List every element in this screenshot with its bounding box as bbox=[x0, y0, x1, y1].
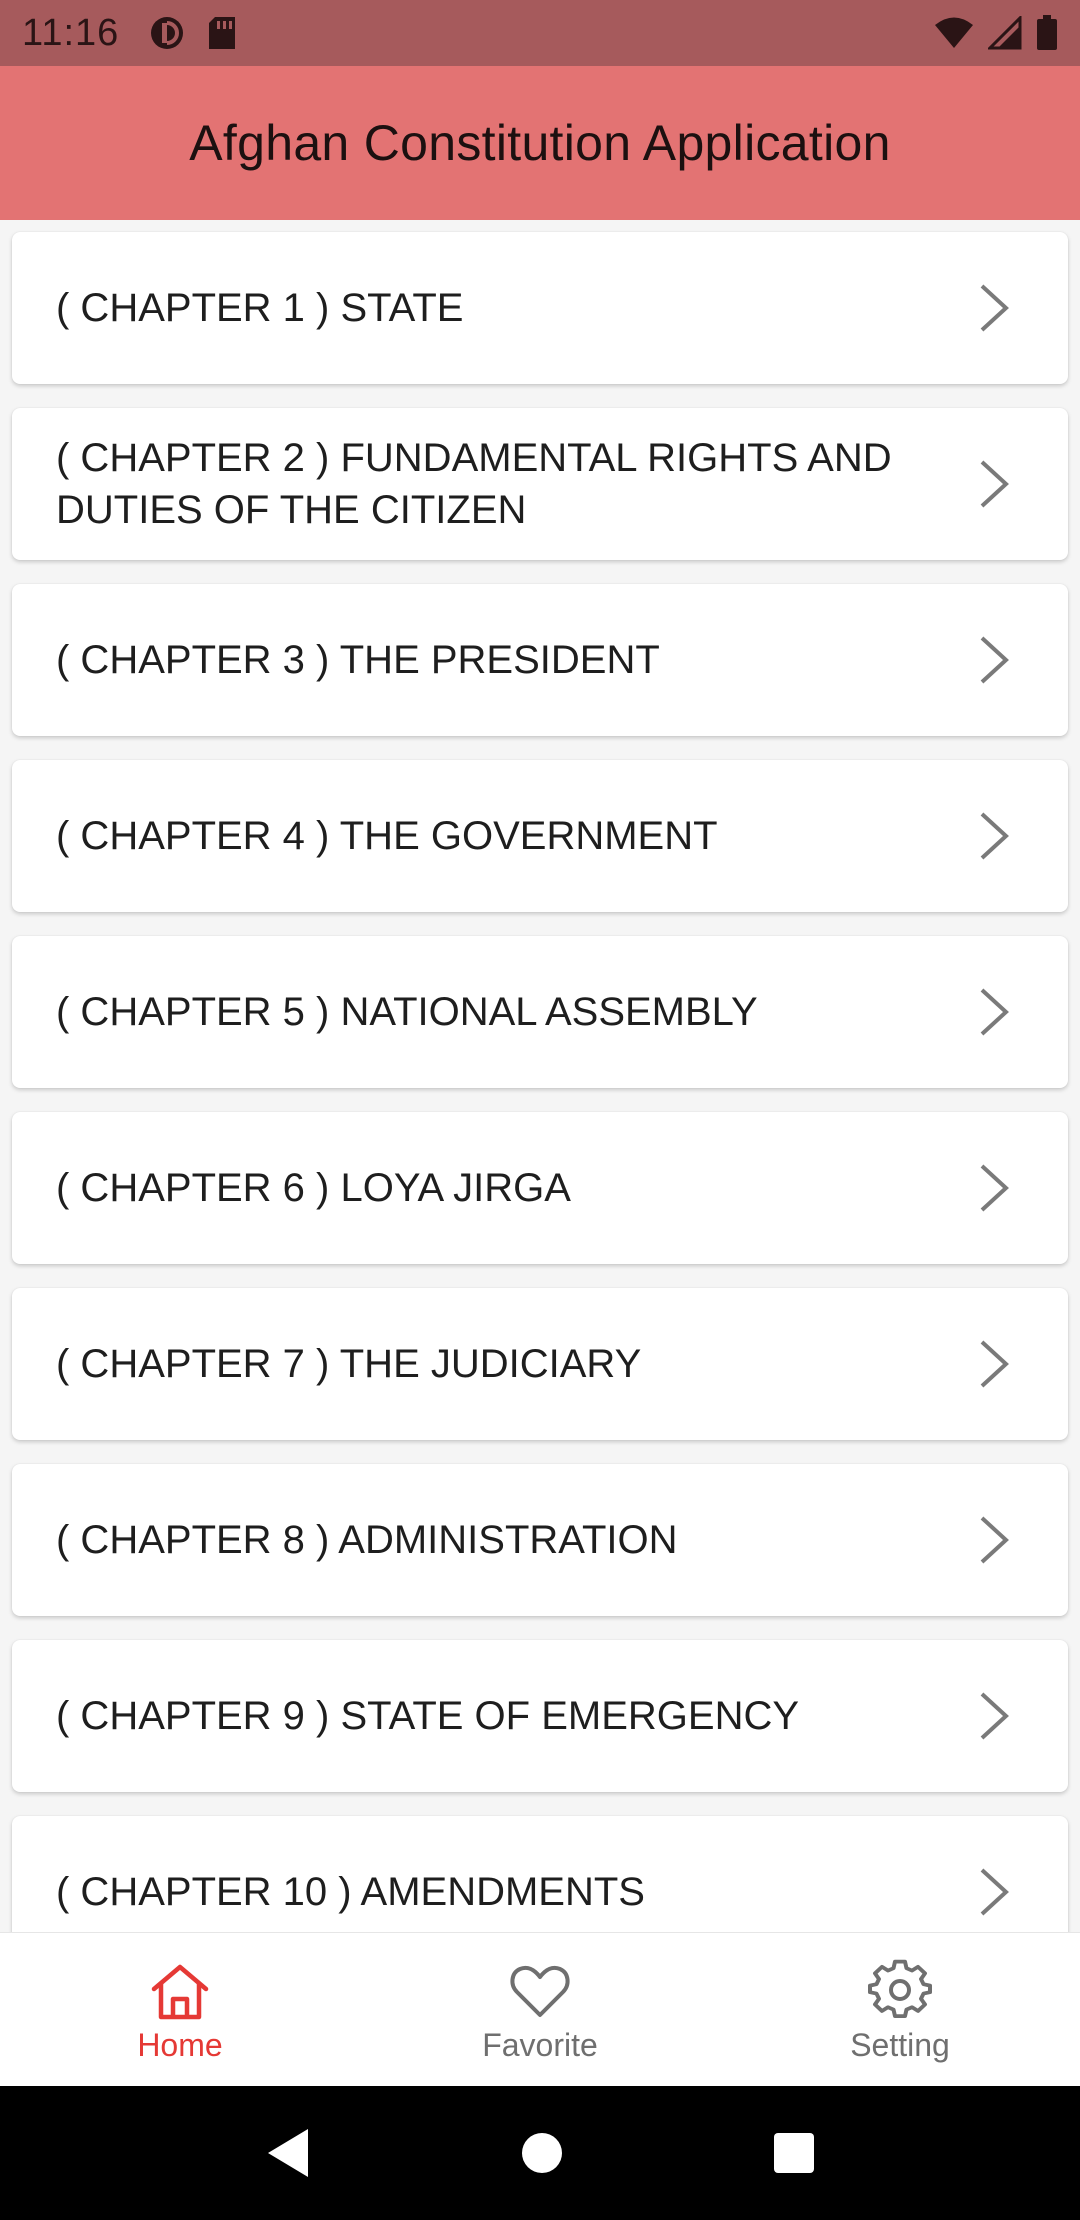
chapter-item-6[interactable]: ( CHAPTER 6 ) LOYA JIRGA bbox=[12, 1112, 1068, 1264]
chevron-right-icon bbox=[980, 988, 1009, 1036]
chapter-item-7[interactable]: ( CHAPTER 7 ) THE JUDICIARY bbox=[12, 1288, 1068, 1440]
status-time: 11:16 bbox=[22, 11, 120, 54]
chevron-right-icon bbox=[980, 284, 1009, 332]
home-circle-icon[interactable] bbox=[520, 2131, 564, 2175]
gear-icon bbox=[868, 1959, 932, 2019]
chapter-label: ( CHAPTER 5 ) NATIONAL ASSEMBLY bbox=[56, 990, 758, 1034]
chevron-right-icon bbox=[980, 636, 1009, 684]
chevron-right-icon bbox=[980, 1340, 1009, 1388]
chapter-label: ( CHAPTER 7 ) THE JUDICIARY bbox=[56, 1342, 642, 1386]
chapter-label: ( CHAPTER 6 ) LOYA JIRGA bbox=[56, 1166, 571, 1210]
chapter-label: ( CHAPTER 3 ) THE PRESIDENT bbox=[56, 638, 660, 682]
nav-setting[interactable]: Setting bbox=[720, 1933, 1080, 2086]
recents-square-icon[interactable] bbox=[772, 2131, 816, 2175]
chevron-right-icon bbox=[980, 1692, 1009, 1740]
nav-favorite-label: Favorite bbox=[482, 2027, 598, 2063]
data-saver-icon bbox=[151, 17, 184, 49]
chapter-item-4[interactable]: ( CHAPTER 4 ) THE GOVERNMENT bbox=[12, 760, 1068, 912]
nav-setting-label: Setting bbox=[850, 2027, 950, 2063]
nav-favorite[interactable]: Favorite bbox=[360, 1933, 720, 2086]
chapter-item-1[interactable]: ( CHAPTER 1 ) STATE bbox=[12, 232, 1068, 384]
status-bar: 11:16 bbox=[0, 0, 1080, 66]
battery-icon bbox=[1037, 15, 1057, 50]
chapter-item-9[interactable]: ( CHAPTER 9 ) STATE OF EMERGENCY bbox=[12, 1640, 1068, 1792]
chapter-list[interactable]: ( CHAPTER 1 ) STATE ( CHAPTER 2 ) FUNDAM… bbox=[0, 220, 1080, 1932]
nav-home[interactable]: Home bbox=[0, 1933, 360, 2086]
heart-icon bbox=[510, 1965, 570, 2017]
chapter-label: ( CHAPTER 4 ) THE GOVERNMENT bbox=[56, 814, 718, 858]
chapter-label: ( CHAPTER 8 ) ADMINISTRATION bbox=[56, 1518, 678, 1562]
chevron-right-icon bbox=[980, 460, 1009, 508]
chapter-label: ( CHAPTER 2 ) FUNDAMENTAL RIGHTS AND DUT… bbox=[56, 436, 892, 532]
back-icon[interactable] bbox=[264, 2127, 312, 2179]
chevron-right-icon bbox=[980, 1516, 1009, 1564]
chapter-item-8[interactable]: ( CHAPTER 8 ) ADMINISTRATION bbox=[12, 1464, 1068, 1616]
sd-card-icon bbox=[209, 17, 236, 49]
chapter-item-2[interactable]: ( CHAPTER 2 ) FUNDAMENTAL RIGHTS AND DUT… bbox=[12, 408, 1068, 560]
bottom-nav: Home Favorite Setting bbox=[0, 1932, 1080, 2086]
wifi-icon bbox=[935, 17, 973, 48]
signal-icon bbox=[988, 16, 1022, 50]
system-nav-bar bbox=[0, 2086, 1080, 2220]
home-icon bbox=[151, 1964, 209, 2020]
chapter-label: ( CHAPTER 9 ) STATE OF EMERGENCY bbox=[56, 1694, 800, 1738]
chevron-right-icon bbox=[980, 812, 1009, 860]
chapter-item-3[interactable]: ( CHAPTER 3 ) THE PRESIDENT bbox=[12, 584, 1068, 736]
nav-home-label: Home bbox=[137, 2027, 223, 2063]
chapter-item-5[interactable]: ( CHAPTER 5 ) NATIONAL ASSEMBLY bbox=[12, 936, 1068, 1088]
chevron-right-icon bbox=[980, 1868, 1009, 1916]
chevron-right-icon bbox=[980, 1164, 1009, 1212]
app-bar: Afghan Constitution Application bbox=[0, 66, 1080, 220]
chapter-label: ( CHAPTER 10 ) AMENDMENTS bbox=[56, 1870, 645, 1914]
app-title: Afghan Constitution Application bbox=[189, 115, 891, 171]
chapter-label: ( CHAPTER 1 ) STATE bbox=[56, 286, 464, 330]
chapter-item-10[interactable]: ( CHAPTER 10 ) AMENDMENTS bbox=[12, 1816, 1068, 1932]
